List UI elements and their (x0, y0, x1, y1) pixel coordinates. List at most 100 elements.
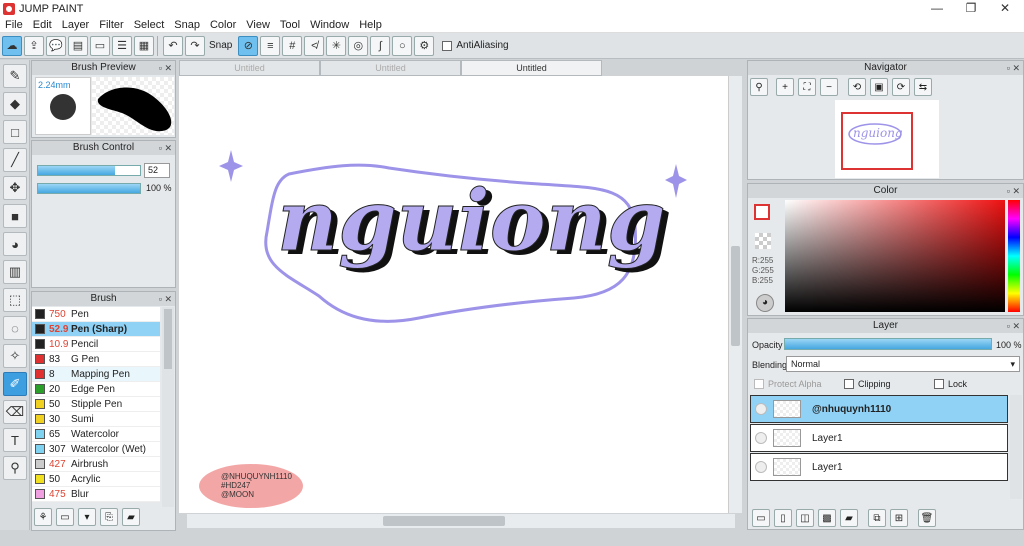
merge-layer-icon[interactable]: ⊞ (890, 509, 908, 527)
eye-icon[interactable] (755, 461, 767, 473)
tab-untitled-1[interactable]: Untitled (179, 60, 320, 76)
transparent-color-swatch[interactable] (755, 233, 771, 249)
fill-rect-tool-icon[interactable]: ■ (3, 204, 27, 228)
maximize-button[interactable]: ❐ (954, 0, 988, 17)
zoom-icon[interactable]: ⚲ (750, 78, 768, 96)
menu-window[interactable]: Window (305, 19, 354, 31)
brush-size-slider[interactable] (37, 165, 141, 176)
hue-slider[interactable] (1008, 200, 1020, 312)
saturation-value-picker[interactable] (785, 200, 1005, 312)
panel-controls-icon[interactable]: ▫ ✕ (1007, 184, 1020, 198)
delete-layer-icon[interactable]: 🗑 (918, 509, 936, 527)
menu-snap[interactable]: Snap (169, 19, 205, 31)
canvas-vertical-scrollbar[interactable] (728, 76, 742, 513)
perspective-snap-icon[interactable]: ≮ (304, 35, 325, 56)
text-tool-icon[interactable]: T (3, 428, 27, 452)
foreground-color-swatch[interactable] (754, 204, 770, 220)
menu-help[interactable]: Help (354, 19, 387, 31)
snap-off-icon[interactable]: ⊘ (238, 35, 259, 56)
panel-controls-icon[interactable]: ▫ ✕ (1007, 319, 1020, 333)
menu-view[interactable]: View (241, 19, 275, 31)
snap-settings-icon[interactable]: ⚙ (414, 35, 435, 56)
layer-list-scrollbar[interactable] (1010, 395, 1022, 499)
brush-item[interactable]: 750 Pen (32, 307, 160, 322)
brush-item[interactable]: 83 G Pen (32, 352, 160, 367)
new-brush-icon[interactable]: ▭ (56, 508, 74, 526)
magic-wand-icon[interactable]: ✧ (3, 344, 27, 368)
lock-option[interactable]: Lock (934, 379, 967, 389)
panel-controls-icon[interactable]: ▫ ✕ (1007, 61, 1020, 75)
panel-controls-icon[interactable]: ▫ ✕ (159, 61, 172, 75)
brush-folder-icon[interactable]: ▰ (122, 508, 140, 526)
move-tool-icon[interactable]: ✥ (3, 176, 27, 200)
brush-item[interactable]: 50 Acrylic (32, 472, 160, 487)
brush-menu-icon[interactable]: ▾ (78, 508, 96, 526)
brush-tool-icon[interactable]: ✎ (3, 64, 27, 88)
settings-icon[interactable]: ▦ (134, 35, 154, 56)
brush-list-scroll-thumb[interactable] (164, 309, 172, 369)
shape-tool-icon[interactable]: □ (3, 120, 27, 144)
drawing-canvas[interactable]: nguiong nguiong @NHUQUYNH1110 #HD247 @MO… (179, 76, 728, 513)
brush-settings-icon[interactable]: ⚘ (34, 508, 52, 526)
eye-icon[interactable] (755, 403, 767, 415)
radial-snap-icon[interactable]: ✳ (326, 35, 347, 56)
new-layer-1bit-icon[interactable]: ◫ (796, 509, 814, 527)
duplicate-layer-icon[interactable]: ⧉ (868, 509, 886, 527)
menu-select[interactable]: Select (129, 19, 170, 31)
layer-row[interactable]: Layer1 (750, 424, 1008, 452)
menu-layer[interactable]: Layer (57, 19, 95, 31)
menu-tool[interactable]: Tool (275, 19, 305, 31)
navigator-preview[interactable]: nguiong (835, 100, 939, 178)
eraser-tool-icon[interactable]: ◆ (3, 92, 27, 116)
brush-item[interactable]: 10.9 Pencil (32, 337, 160, 352)
line-tool-icon[interactable]: ╱ (3, 148, 27, 172)
protect-alpha-option[interactable]: Protect Alpha (754, 379, 822, 389)
brush-item[interactable]: 65 Watercolor (32, 427, 160, 442)
circle-snap-icon[interactable]: ◎ (348, 35, 369, 56)
select-eraser-icon[interactable]: ⌫ (3, 400, 27, 424)
protect-alpha-checkbox[interactable] (754, 379, 764, 389)
zoom-out-icon[interactable]: − (820, 78, 838, 96)
tab-untitled-2[interactable]: Untitled (320, 60, 461, 76)
eyedropper-icon[interactable]: ⚲ (3, 456, 27, 480)
brush-size-input[interactable]: 52 (144, 163, 170, 178)
select-pen-icon[interactable]: ✐ (3, 372, 27, 396)
new-folder-icon[interactable]: ▰ (840, 509, 858, 527)
document-icon[interactable]: ▭ (90, 35, 110, 56)
panel-controls-icon[interactable]: ▫ ✕ (159, 141, 172, 155)
vertical-scroll-thumb[interactable] (731, 246, 740, 346)
layer-row[interactable]: Layer1 (750, 453, 1008, 481)
parallel-snap-icon[interactable]: ≡ (260, 35, 281, 56)
share-icon[interactable]: ⇪ (24, 35, 44, 56)
layer-opacity-slider[interactable] (784, 338, 992, 350)
flip-icon[interactable]: ⇆ (914, 78, 932, 96)
brush-item[interactable]: 20 Edge Pen (32, 382, 160, 397)
select-rect-icon[interactable]: ⬚ (3, 288, 27, 312)
brush-item[interactable]: 50 Stipple Pen (32, 397, 160, 412)
curve-snap-icon[interactable]: ∫ (370, 35, 391, 56)
new-layer-icon[interactable]: ▭ (752, 509, 770, 527)
rotate-right-icon[interactable]: ⟳ (892, 78, 910, 96)
lasso-select-icon[interactable]: ◌ (3, 316, 27, 340)
brush-copy-icon[interactable]: ⎘ (100, 508, 118, 526)
cloud-icon[interactable]: ☁ (2, 35, 22, 56)
palette-icon[interactable]: ◕ (756, 294, 774, 312)
bucket-tool-icon[interactable]: ◕ (3, 232, 27, 256)
menu-color[interactable]: Color (205, 19, 241, 31)
horizontal-scroll-thumb[interactable] (383, 516, 505, 526)
brush-item[interactable]: 307 Watercolor (Wet) (32, 442, 160, 457)
layer-row[interactable]: @nhuquynh1110 (750, 395, 1008, 423)
halftone-layer-icon[interactable]: ▩ (818, 509, 836, 527)
gradient-tool-icon[interactable]: ▥ (3, 260, 27, 284)
antialias-checkbox[interactable] (442, 40, 453, 51)
menu-file[interactable]: File (0, 19, 28, 31)
menu-edit[interactable]: Edit (28, 19, 57, 31)
brush-item[interactable]: 8 Mapping Pen (32, 367, 160, 382)
undo-icon[interactable]: ↶ (163, 35, 183, 56)
brush-item[interactable]: 30 Sumi (32, 412, 160, 427)
brush-item[interactable]: 52.9 Pen (Sharp) (32, 322, 160, 337)
clipping-option[interactable]: Clipping (844, 379, 891, 389)
clipping-checkbox[interactable] (844, 379, 854, 389)
list-icon[interactable]: ☰ (112, 35, 132, 56)
eye-icon[interactable] (755, 432, 767, 444)
